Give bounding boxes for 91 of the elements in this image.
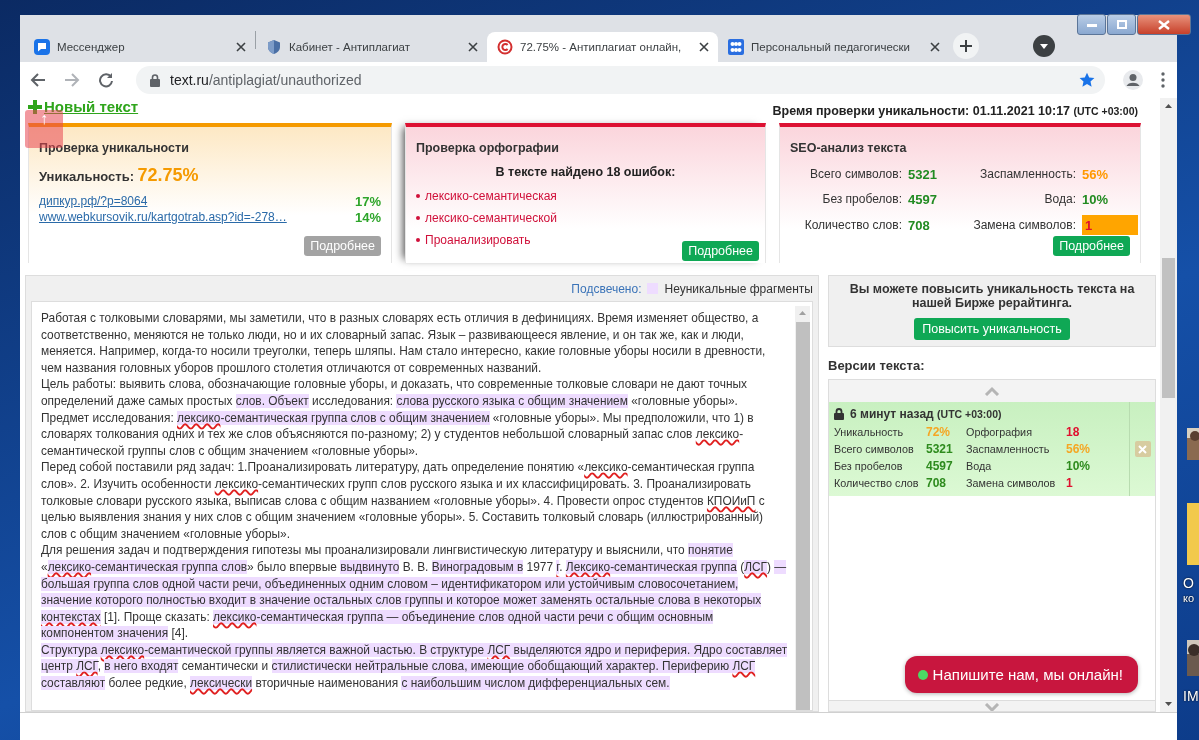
legend-text: Неуникальные фрагменты [664, 281, 813, 296]
metric-label: Замена символов: [972, 218, 1076, 232]
close-icon [1138, 444, 1147, 454]
stat-label: Орфография [966, 426, 1033, 438]
desktop-icon-label: IM [1183, 688, 1199, 704]
desktop-icon-label: ко [1183, 592, 1195, 604]
address-field[interactable]: text.ru/antiplagiat/unauthorized [136, 66, 1105, 94]
version-card[interactable]: 6 минут назад (UTC +03:00) Уникальность 72% Орфография 18 Всего символов 5321 Заспамленность 56% Без пробелов 4597 Вода 10% Количество слов 708 Замена символов 1 [829, 402, 1155, 496]
stat-label: Количество слов [834, 477, 920, 489]
maximize-button[interactable] [1107, 14, 1136, 35]
stat-label: Всего символов [834, 443, 915, 455]
close-icon[interactable] [699, 42, 709, 52]
scrollbar-thumb[interactable] [1162, 258, 1175, 398]
stat-label: Вода [966, 460, 993, 472]
stat-value: 5321 [926, 442, 954, 456]
text-paragraph: Цель работы: выявить слова, обозначающие головные уборы, и доказать, что современные толковые словари не дают точных определений даже самых простых слов. Объект исследования: слова русского языка с общим значением «головные уборы». [41, 376, 748, 410]
details-button[interactable]: Подробнее [1053, 236, 1130, 256]
chevron-up-icon [984, 386, 1000, 396]
shield-icon [266, 39, 282, 55]
stat-value: 4597 [926, 459, 954, 473]
close-icon[interactable] [236, 42, 246, 52]
back-icon[interactable] [30, 72, 46, 88]
copyright-icon [497, 39, 513, 55]
metric-label: Вода: [1043, 192, 1076, 206]
minimize-icon [1086, 22, 1097, 27]
browser-tab[interactable]: Кабинет - Антиплагиат [256, 32, 487, 62]
stat-value: 10% [1066, 459, 1092, 473]
browser-tab[interactable]: Персональный педагогически [718, 32, 949, 62]
stat-value: 72% [926, 425, 952, 439]
metric-value: 1 [1085, 218, 1093, 233]
boost-uniqueness-button[interactable]: Повысить уникальность [914, 318, 1070, 340]
close-icon[interactable] [468, 42, 478, 52]
menu-icon[interactable] [1161, 72, 1165, 88]
browser-tab[interactable]: 72.75% - Антиплагиат онлайн, [487, 32, 718, 62]
minimize-button[interactable] [1077, 14, 1106, 35]
legend-label: Подсвечено: [571, 281, 642, 296]
spelling-error-link[interactable]: лексико-семантической [416, 211, 755, 225]
lock-icon [150, 73, 160, 87]
match-percent: 17% [354, 194, 381, 209]
chevron-down-icon [984, 703, 1000, 711]
match-percent: 14% [354, 210, 381, 225]
scrollbar[interactable] [1160, 98, 1177, 712]
details-button[interactable]: Подробнее [682, 241, 759, 261]
check-time-text: Время проверки уникальности: 01.11.2021 10:17 (UTC +03:00) [772, 103, 1138, 118]
metric-label: Всего символов: [809, 167, 902, 181]
new-tab-icon[interactable] [953, 33, 979, 59]
browser-tab[interactable]: Мессенджер [24, 32, 255, 62]
metric-value: 708 [908, 218, 930, 233]
uniqueness-score: Уникальность: 72.75% [39, 165, 200, 186]
error-summary: В тексте найдено 18 ошибок: [494, 165, 677, 179]
chat-button[interactable]: Напишите нам, мы онлайн! [904, 656, 1138, 693]
metric-label: Заспамленность: [978, 167, 1076, 181]
account-icon[interactable] [1123, 70, 1143, 90]
reload-icon[interactable] [98, 72, 114, 88]
source-link[interactable]: дипкур.рф/?p=8064 [39, 194, 148, 209]
text-paragraph: Для решения задач и подтверждения гипотезы мы проанализировали лингвистическую литературу и выяснили, что понятие «лексико-семантическая группа слов» было впервые выдвинуто В. В. Виноградовым в 1977 г. Лексико-семантическая группа (ЛСГ) — большая группа слов одной части речи, объединенных одним словом – идентификатором или устойчивым словосочетанием, значение которого полностью входит в значение остальных слов группы и которое может заменять остальные слова в некоторых контекстах [1]. Проще сказать: лексико-семантическая группа — объединение слов одной части речи с общим основным компонентом значения [4]. [41, 542, 788, 642]
text-paragraph: Работая с толковыми словарями, мы заметили, что в разных словарях есть отличия в дефинициях. Время изменяет общество, а соответственно, меняются не только люди, но и их словарный запас. Язык – развивающееся явление, и он так же, как и люди, меняется. Например, когда-то носили треуголки, теперь шляпы. Нам стало интересно, какие головные уборы носили в древности, чем названия головных уборов прошлого столетия отличаются от современных названий. [41, 310, 767, 377]
version-time: 6 минут назад (UTC +03:00) [850, 407, 1002, 421]
stat-value: 1 [1066, 476, 1074, 490]
metric-label: Количество слов: [803, 218, 902, 232]
close-icon [1158, 19, 1170, 30]
text-paragraph: Структура лексико-семантической группы является важной частью. В структуре ЛСГ выделяются ядро и периферия. Ядро составляет центр ЛСГ, в него входят семантически и стилистически нейтральные слова, имеющие обобщающий характер. Периферию ЛСГ составляют более редкие, лексически вторичные наименования с наибольшим числом дифференциальных сем. [41, 641, 789, 692]
card-title: Проверка орфографии [416, 141, 560, 155]
metric-value: 4597 [908, 192, 937, 207]
stat-label: Заспамленность [966, 443, 1051, 455]
metric-value: 56% [1082, 167, 1109, 182]
metric-label: Без пробелов: [821, 192, 902, 206]
card-title: SEO-анализ текста [790, 141, 908, 155]
maximize-icon [1116, 20, 1127, 29]
stat-label: Замена символов [966, 477, 1057, 489]
close-button[interactable] [1137, 14, 1191, 35]
stat-value: 56% [1066, 442, 1092, 456]
metric-value: 10% [1082, 192, 1109, 207]
promo-text: Вы можете повысить уникальность текста на нашей Бирже рерайтинга. [848, 282, 1136, 310]
grid-icon [728, 39, 744, 55]
plus-icon [28, 99, 42, 114]
metric-value: 5321 [908, 167, 937, 182]
spelling-error-link[interactable]: лексико-семантическая [416, 189, 755, 203]
versions-title: Версии текста: [828, 358, 926, 373]
stat-value: 708 [926, 476, 948, 490]
text-paragraph: Перед собой поставили ряд задач: 1.Проанализировать литературу, дать определение понятию «лексико-семантическая группа слов». 2. Изучить особенности лексико-семантических групп слов русского языка и их классифицировать. 3. Проанализировать толковые словари русского языка, выписав слова с общим названием «головные уборы». 4. Провести опрос студентов КПОИиП с целью выявления знания у них слов с общим значением «головные уборы». 5. Составить толковый словарь (иллюстрированный) слов с общим значением «головные уборы». [41, 459, 766, 543]
text-paragraph: Предмет исследования: лексико-семантическая группа слов с общим значением «головные уборы». Мы предположили, что 1) в словарях толкования одних и тех же слов объясняются по-разному; 2) у студентов небольшой словарный запас слов лексико-семантической группы слов с общим значением «головные уборы». [41, 409, 755, 460]
chat-icon [34, 39, 50, 55]
source-link[interactable]: www.webkursovik.ru/kartgotrab.asp?id=-278… [39, 210, 287, 225]
close-icon[interactable] [930, 42, 940, 52]
desktop-icon-label: О [1183, 575, 1194, 591]
star-icon[interactable] [1079, 72, 1095, 88]
stat-label: Уникальность [834, 426, 905, 438]
stat-value: 18 [1066, 425, 1081, 439]
stat-label: Без пробелов [834, 460, 904, 472]
profile-menu-icon[interactable] [1033, 35, 1055, 57]
